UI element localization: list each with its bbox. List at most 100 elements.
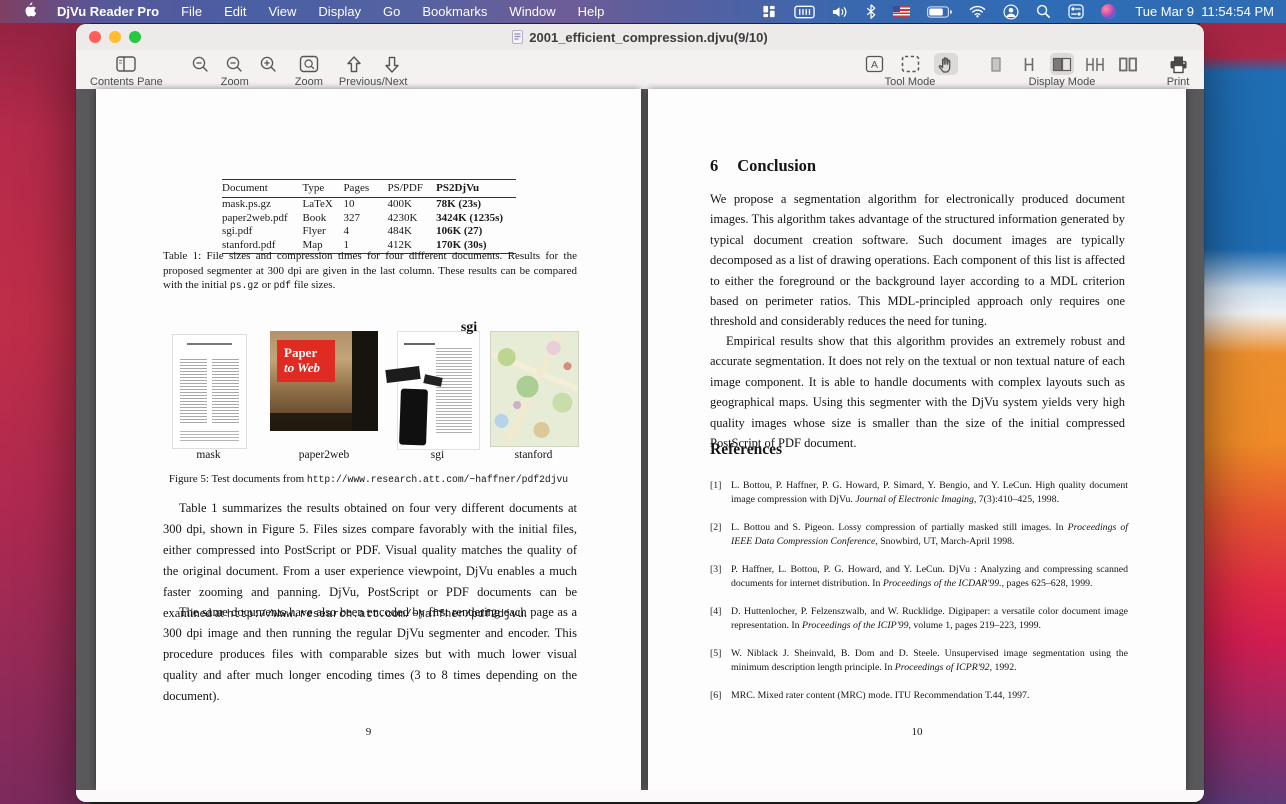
zoom-in-button[interactable] [257, 53, 281, 75]
menu-file[interactable]: File [170, 4, 213, 19]
hand-tool-button[interactable] [934, 53, 958, 75]
two-page-mode-button[interactable] [1050, 53, 1074, 75]
cell: 327 [343, 211, 360, 224]
title-bar[interactable]: 2001_efficient_compression.djvu(9/10) [76, 24, 1204, 50]
close-button[interactable] [89, 31, 101, 43]
reference-item: [4] D. Huttenlocher, P. Felzenszwalb, an… [710, 605, 1128, 633]
apple-menu[interactable] [12, 2, 48, 21]
selection-rect-icon [901, 55, 919, 73]
apple-icon [25, 2, 37, 17]
window-title: 2001_efficient_compression.djvu(9/10) [529, 29, 768, 45]
menu-help[interactable]: Help [567, 4, 616, 19]
reference-number: [6] [710, 690, 722, 702]
cell: 484K [387, 225, 412, 237]
document-page-9[interactable]: Document Type Pages PS/PDF PS2DjVu mask.… [96, 89, 641, 790]
single-page-mode-button[interactable] [984, 53, 1008, 75]
magnifier-plus-icon [261, 56, 276, 72]
spotlight-search-icon[interactable] [1036, 4, 1051, 19]
magnifier-minus-icon [193, 56, 208, 72]
contents-pane-label: Contents Pane [90, 76, 163, 88]
volume-icon[interactable] [832, 5, 849, 19]
previous-page-button[interactable] [342, 53, 366, 75]
bluetooth-icon[interactable] [866, 4, 876, 19]
menu-view[interactable]: View [257, 4, 307, 19]
menu-go[interactable]: Go [372, 4, 411, 19]
zoom-out-button-2[interactable] [223, 53, 247, 75]
traffic-lights [89, 24, 141, 50]
continuous-page-icon [1024, 57, 1034, 71]
thumbnail-paper2web: Paper to Web [270, 331, 378, 431]
reference-item: [3] P. Haffner, L. Bottou, P. G. Howard,… [710, 563, 1128, 591]
cell: Flyer [302, 225, 326, 237]
reference-venue: Proceedings of ICPR'92 [894, 662, 990, 674]
reference-number: [5] [710, 648, 722, 660]
reference-item: [2] L. Bottou and S. Pigeon. Lossy compr… [710, 521, 1128, 549]
svg-text:A: A [870, 59, 877, 71]
tool-mode-label: Tool Mode [884, 76, 936, 88]
reference-venue: Proceedings of the ICIP'99 [802, 620, 909, 632]
page-number-left: 9 [365, 726, 372, 738]
siri-icon[interactable] [1101, 4, 1117, 19]
next-page-button[interactable] [380, 53, 404, 75]
zoom-window-button[interactable] [129, 31, 141, 43]
magnifier-minus-icon [227, 56, 242, 72]
reference-venue: Proceedings of the ICDAR'99. [882, 577, 1002, 589]
caption-text: or [258, 279, 274, 292]
reference-text: , Snowbird, UT, March-April 1998. [875, 535, 1015, 547]
cell: 4 [343, 225, 349, 237]
reference-number: [3] [710, 564, 722, 576]
arrow-up-icon [347, 55, 361, 72]
area-select-tool-button[interactable] [898, 53, 922, 75]
text-select-icon: A [865, 55, 883, 73]
table-row: mask.ps.gz LaTeX 10 400K 78K (23s) [222, 197, 516, 211]
document-view[interactable]: Document Type Pages PS/PDF PS2DjVu mask.… [76, 89, 1204, 802]
menu-display[interactable]: Display [307, 4, 372, 19]
cell: 78K (23s) [436, 198, 482, 210]
cell: paper2web.pdf [222, 211, 288, 224]
sidebar-icon [116, 56, 137, 72]
references-list: [1] L. Bottou, P. Haffner, P. G. Howard,… [710, 479, 1128, 718]
print-group: Print [1166, 53, 1190, 88]
cell: sgi.pdf [222, 225, 253, 237]
marquee-zoom-button[interactable] [297, 53, 321, 75]
us-flag-icon[interactable] [893, 6, 911, 17]
two-page-continuous-mode-button[interactable] [1083, 53, 1107, 75]
contents-pane-button[interactable] [114, 53, 138, 75]
cell: Book [302, 211, 327, 224]
two-page-continuous-icon [1086, 57, 1104, 71]
account-icon[interactable] [1003, 3, 1019, 20]
display-mode-group: Display Mode [984, 53, 1140, 88]
reference-venue: Journal of Electronic Imaging [855, 493, 974, 505]
menubar-clock[interactable]: Tue Mar 9 11:54:54 PM [1135, 4, 1274, 19]
minimize-button[interactable] [109, 31, 121, 43]
single-page-icon [991, 56, 1001, 72]
caption-text: Figure 5: Test documents from [168, 473, 307, 485]
section-number: 6 [710, 156, 719, 175]
contents-pane-group: Contents Pane [90, 53, 163, 88]
table-row: sgi.pdf Flyer 4 484K 106K (27) [222, 225, 516, 239]
text-select-tool-button[interactable]: A [862, 53, 886, 75]
col-pspdf: PS/PDF [387, 179, 437, 198]
keyboard-icon[interactable] [794, 5, 815, 19]
reference-text: MRC. Mixed rater content (MRC) mode. ITU… [731, 690, 1030, 702]
print-button[interactable] [1166, 53, 1190, 75]
side-by-side-mode-button[interactable] [1116, 53, 1140, 75]
zoom-group-label: Zoom [220, 76, 249, 88]
control-center-icon[interactable] [1068, 4, 1084, 19]
document-page-10[interactable]: 6 Conclusion We propose a segmentation al… [648, 89, 1186, 790]
battery-icon[interactable] [927, 5, 953, 18]
menu-bookmarks[interactable]: Bookmarks [411, 4, 498, 19]
app-layout-icon[interactable] [761, 4, 777, 19]
wifi-icon[interactable] [969, 5, 986, 18]
continuous-mode-button[interactable] [1017, 53, 1041, 75]
table-1: Document Type Pages PS/PDF PS2DjVu mask.… [222, 179, 516, 254]
window-title-area: 2001_efficient_compression.djvu(9/10) [512, 29, 768, 45]
table-1-caption: Table 1: File sizes and compression time… [163, 249, 577, 294]
menu-app-name[interactable]: DjVu Reader Pro [48, 4, 170, 19]
menu-window[interactable]: Window [498, 4, 566, 19]
paragraph: Empirical results show that this algorit… [710, 334, 1125, 451]
zoom-tool-label: Zoom [294, 76, 323, 88]
caption-url: http://www.research.att.com/~haffner/pdf… [306, 474, 569, 485]
menu-edit[interactable]: Edit [213, 4, 257, 19]
zoom-out-button[interactable] [189, 53, 213, 75]
